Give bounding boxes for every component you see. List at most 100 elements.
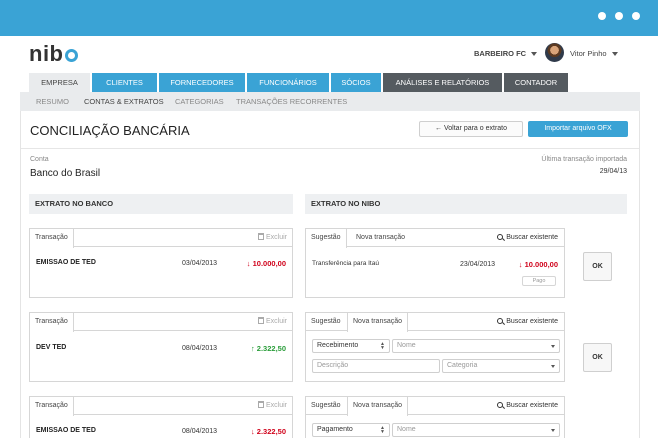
tab-fornecedores[interactable]: FORNECEDORES [159,73,245,92]
last-import-value: 29/04/13 [599,168,627,175]
chevron-down-icon [611,52,618,57]
ok-button[interactable]: OK [583,343,612,372]
search-existing-button[interactable]: Buscar existente [497,229,558,247]
avatar[interactable] [545,43,564,62]
transaction-date: 08/04/2013 [182,428,218,435]
card-tab-row: Sugestão Nova transação Buscar existente [306,229,564,248]
trash-icon [257,233,264,240]
window-dots-icon [598,12,640,20]
user-menu[interactable]: Vitor Pinho [570,49,618,58]
tab-sugestao[interactable]: Sugestão [306,229,347,248]
bank-statement-header: EXTRATO NO BANCO [29,194,293,214]
tab-nova-transacao[interactable]: Nova transação [347,397,409,416]
card-tab-row: Transação Excluir [30,397,292,416]
tab-funcionarios[interactable]: FUNCIONÁRIOS [247,73,329,92]
back-to-statement-button[interactable]: ← Voltar para o extrato [419,121,523,137]
browser-top-bar [0,0,658,36]
updown-icon: ▲ ▼ [380,425,385,435]
search-existing-button[interactable]: Buscar existente [497,397,558,415]
card-tab-row: Sugestão Nova transação Buscar existente [306,397,564,416]
updown-icon: ▲ ▼ [380,341,385,351]
card-tab-row: Transação Excluir [30,229,292,248]
nibo-suggestion-card: Sugestão Nova transação Buscar existente… [305,228,565,298]
search-existing-label: Buscar existente [506,234,558,241]
suggestion-value: ↓ 10.000,00 [518,260,558,269]
import-ofx-button[interactable]: Importar arquivo OFX [528,121,628,137]
transaction-description: EMISSAO DE TED [36,259,96,266]
search-icon [497,234,504,240]
transaction-value: ↓ 2.322,50 [250,427,286,436]
category-placeholder: Categoria [447,362,478,369]
company-selector[interactable]: BARBEIRO FC [474,49,538,58]
tab-analises-relatorios[interactable]: ANÁLISES E RELATÓRIOS [383,73,502,92]
back-button-label: Voltar para o extrato [443,125,508,132]
description-input[interactable]: Descrição [312,359,440,373]
chevron-down-icon [531,52,538,57]
tab-transacao[interactable]: Transação [30,397,74,416]
company-name: BARBEIRO FC [474,49,527,58]
status-badge: Pago [522,276,556,286]
tab-nova-transacao[interactable]: Nova transação [351,229,410,247]
divider [21,148,639,149]
delete-label: Excluir [265,318,287,325]
name-placeholder: Nome [397,426,416,433]
transaction-type-value: Pagamento [317,426,353,433]
suggestion-description: Transferência para Itaú [312,260,379,267]
search-existing-label: Buscar existente [506,402,558,409]
logo-text: nib [29,41,64,66]
tab-sugestao[interactable]: Sugestão [306,313,346,331]
bank-transaction-card: Transação Excluir EMISSAO DE TED 08/04/2… [29,396,293,438]
account-value: Banco do Brasil [30,168,101,179]
tab-transacao[interactable]: Transação [30,313,74,332]
sub-navigation: RESUMO CONTAS & EXTRATOS CATEGORIAS TRAN… [20,92,640,111]
tab-clientes[interactable]: CLIENTES [92,73,157,92]
nibo-statement-header: EXTRATO NO NIBO [305,194,627,214]
last-import-label: Última transação importada [541,156,627,163]
tab-sugestao[interactable]: Sugestão [306,397,346,415]
delete-button[interactable]: Excluir [257,397,287,415]
tab-contador[interactable]: CONTADOR [504,73,568,92]
tab-socios[interactable]: SÓCIOS [331,73,381,92]
transaction-type-select[interactable]: Pagamento ▲ ▼ [312,423,390,437]
subnav-transacoes-recorrentes[interactable]: TRANSAÇÕES RECORRENTES [236,92,347,111]
subnav-categorias[interactable]: CATEGORIAS [175,92,224,111]
name-placeholder: Nome [397,342,416,349]
main-tabs: EMPRESA CLIENTES FORNECEDORES FUNCIONÁRI… [29,73,568,92]
transaction-date: 03/04/2013 [182,260,218,267]
arrow-left-icon: ← [434,125,442,132]
nibo-new-transaction-card: Sugestão Nova transação Buscar existente… [305,312,565,382]
transaction-type-select[interactable]: Recebimento ▲ ▼ [312,339,390,353]
delete-label: Excluir [265,234,287,241]
nibo-logo[interactable]: nib [29,41,78,67]
page-title: CONCILIAÇÃO BANCÁRIA [30,123,190,138]
tab-empresa[interactable]: EMPRESA [29,73,90,92]
nibo-new-transaction-card: Sugestão Nova transação Buscar existente… [305,396,565,438]
delete-button[interactable]: Excluir [257,229,287,247]
search-existing-button[interactable]: Buscar existente [497,313,558,331]
transaction-date: 08/04/2013 [182,345,218,352]
search-icon [497,318,504,324]
ok-button[interactable]: OK [583,252,612,281]
transaction-value: ↓ 10.000,00 [246,259,286,268]
subnav-resumo[interactable]: RESUMO [36,92,69,111]
transaction-type-value: Recebimento [317,342,359,349]
user-name: Vitor Pinho [570,49,607,58]
account-label: Conta [30,156,49,163]
chevron-down-icon [551,345,555,348]
tab-transacao[interactable]: Transação [30,229,74,248]
name-select[interactable]: Nome [392,423,560,437]
app-window: nib BARBEIRO FC Vitor Pinho EMPRESA CLIE… [0,36,658,438]
tab-nova-transacao[interactable]: Nova transação [347,313,409,332]
card-tab-row: Transação Excluir [30,313,292,332]
card-tab-row: Sugestão Nova transação Buscar existente [306,313,564,332]
chevron-down-icon [551,429,555,432]
main-content: CONCILIAÇÃO BANCÁRIA ← Voltar para o extr… [20,111,640,438]
delete-button[interactable]: Excluir [257,313,287,331]
name-select[interactable]: Nome [392,339,560,353]
category-select[interactable]: Categoria [442,359,560,373]
transaction-description: EMISSAO DE TED [36,427,96,434]
delete-label: Excluir [265,402,287,409]
search-existing-label: Buscar existente [506,318,558,325]
bank-transaction-card: Transação Excluir EMISSAO DE TED 03/04/2… [29,228,293,298]
subnav-contas-extratos[interactable]: CONTAS & EXTRATOS [84,92,164,111]
